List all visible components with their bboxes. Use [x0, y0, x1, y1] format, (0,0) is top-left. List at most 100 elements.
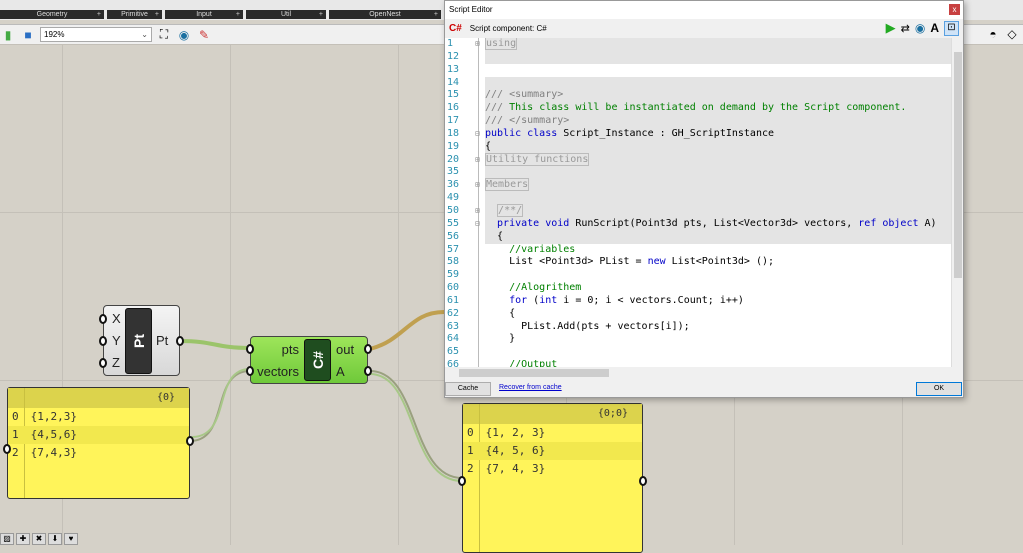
code-token: {: [485, 140, 492, 152]
row-value: {7,4,3}: [30, 446, 77, 459]
fold-toggle-icon[interactable]: ⊞: [475, 154, 480, 167]
panel-output-grip[interactable]: [639, 476, 647, 486]
close-button[interactable]: x: [949, 4, 960, 15]
input-y: Y: [112, 333, 121, 348]
run-play-icon[interactable]: ▶: [886, 20, 896, 36]
wire-pt-to-pts: [179, 339, 251, 350]
code-text: /// </summary>: [485, 115, 953, 128]
tool-icon[interactable]: ♥: [64, 533, 78, 545]
vertical-scrollbar[interactable]: [951, 38, 963, 367]
horizontal-scrollbar[interactable]: [445, 367, 963, 379]
line-number: 1: [447, 38, 454, 49]
ok-button[interactable]: OK: [916, 382, 962, 396]
construct-point-component[interactable]: X Y Z Pt Pt: [99, 305, 184, 376]
font-icon[interactable]: A: [930, 21, 939, 35]
panel-output-grip[interactable]: [186, 436, 194, 446]
component-label: Script component: C#: [469, 23, 547, 33]
code-line[interactable]: 55 ⊟ private void RunScript(Point3d pts, …: [445, 217, 953, 231]
csharp-script-component[interactable]: pts vectors C# out A: [246, 336, 372, 384]
code-line[interactable]: 18 ⊟ public class Script_Instance : GH_Scr…: [445, 127, 953, 141]
code-text: }: [485, 333, 953, 346]
code-token: /**/: [497, 203, 524, 217]
tool-icon[interactable]: ▨: [0, 533, 14, 545]
fold-toggle-icon[interactable]: ⊞: [475, 38, 480, 51]
line-number: 66: [447, 359, 460, 367]
disable-icon[interactable]: ✖: [32, 533, 46, 545]
output-grip-a[interactable]: [364, 366, 372, 376]
input-pts: pts: [281, 342, 299, 357]
input-grip-z[interactable]: [99, 358, 107, 368]
code-token: This class will be instantiated on deman…: [509, 102, 907, 114]
row-value: {7, 4, 3}: [485, 462, 546, 475]
code-text: PList.Add(pts + vectors[i]);: [485, 321, 953, 334]
code-token: //variables: [485, 243, 576, 255]
code-line[interactable]: 17 /// </summary>: [445, 115, 953, 128]
code-line[interactable]: 20 ⊞ Utility functions: [445, 152, 953, 167]
vectors-panel[interactable]: {0} 0 {1,2,3} 1 {4,5,6} 2 {7,4,3}: [3, 387, 194, 499]
output-a: A: [336, 364, 345, 379]
input-grip-vectors[interactable]: [246, 366, 254, 376]
input-vectors: vectors: [257, 364, 299, 379]
line-number: 58: [447, 256, 460, 268]
line-number: 16: [447, 102, 460, 114]
code-line[interactable]: 36 ⊞ Members: [445, 178, 953, 193]
code-line[interactable]: 16 /// This class will be instantiated on…: [445, 102, 953, 116]
output-pt: Pt: [156, 333, 169, 348]
dock-icon[interactable]: ⊡: [944, 20, 959, 36]
input-grip-pts[interactable]: [246, 344, 254, 354]
fold-toggle-icon[interactable]: ⊟: [475, 218, 480, 231]
code-line[interactable]: 62 {: [445, 308, 953, 321]
tool-icon[interactable]: ✚: [16, 533, 30, 545]
code-line[interactable]: 60 //Alogrithem: [445, 282, 953, 295]
code-token: Members: [485, 178, 530, 192]
code-token: //Output: [485, 359, 558, 367]
input-grip-x[interactable]: [99, 314, 107, 324]
code-text: [485, 50, 953, 64]
code-line[interactable]: 15 /// <summary>: [445, 89, 953, 103]
line-number: 55: [447, 217, 460, 229]
panel-input-grip[interactable]: [458, 476, 466, 486]
fold-toggle-icon[interactable]: ⊞: [475, 205, 480, 218]
input-grip-y[interactable]: [99, 336, 107, 346]
code-text: {: [485, 308, 953, 321]
code-line[interactable]: 65: [445, 346, 953, 359]
code-text: Members: [485, 178, 953, 193]
cache-button[interactable]: Cache: [445, 382, 491, 396]
code-line[interactable]: 63 PList.Add(pts + vectors[i]);: [445, 321, 953, 334]
code-text: //Output: [485, 359, 953, 367]
code-line[interactable]: 1 ⊞ using: [445, 38, 953, 51]
panel-path: {0}: [8, 388, 189, 408]
code-line[interactable]: 57 //variables: [445, 244, 953, 257]
recover-from-cache-link[interactable]: Recover from cache: [499, 384, 562, 391]
code-line[interactable]: 13: [445, 64, 953, 77]
output-grip-out[interactable]: [364, 344, 372, 354]
fold-toggle-icon[interactable]: ⊟: [475, 128, 480, 141]
code-token: /// <summary>: [485, 89, 564, 101]
code-text: for (int i = 0; i < vectors.Count; i++): [485, 295, 953, 308]
row-value: {1, 2, 3}: [485, 426, 546, 439]
window-title: Script Editor: [449, 5, 493, 14]
code-line[interactable]: 50 ⊞ /**/: [445, 203, 953, 218]
row-index: 0: [12, 410, 19, 423]
bake-icon[interactable]: ⬇: [48, 533, 62, 545]
title-bar[interactable]: Script Editor x: [445, 1, 963, 19]
panel-input-grip[interactable]: [3, 444, 11, 454]
code-line[interactable]: 14: [445, 76, 953, 90]
bottom-toolbar: ▨ ✚ ✖ ⬇ ♥: [0, 533, 78, 545]
code-editor[interactable]: 1 ⊞ using 12 13 14 15 /// <summary> 16 /// This c…: [445, 38, 953, 367]
code-line[interactable]: 59: [445, 269, 953, 282]
code-line[interactable]: 58 List <Point3d> PList = new List<Point…: [445, 256, 953, 269]
code-line[interactable]: 61 for (int i = 0; i < vectors.Count; i+…: [445, 295, 953, 308]
line-number: 36: [447, 179, 460, 191]
code-line[interactable]: 19 {: [445, 140, 953, 154]
output-grip-pt[interactable]: [176, 336, 184, 346]
code-line[interactable]: 64 }: [445, 333, 953, 346]
line-number: 17: [447, 115, 460, 127]
fold-toggle-icon[interactable]: ⊞: [475, 179, 480, 192]
code-line[interactable]: 12: [445, 50, 953, 64]
code-line[interactable]: 66 //Output: [445, 359, 953, 367]
export-icon[interactable]: ⇄: [901, 22, 910, 35]
output-panel[interactable]: {0;0} 0 {1, 2, 3} 1 {4, 5, 6} 2 {7, 4, 3…: [458, 403, 647, 553]
preview-eye-icon[interactable]: ◉: [915, 21, 925, 35]
code-line[interactable]: 56 {: [445, 230, 953, 244]
